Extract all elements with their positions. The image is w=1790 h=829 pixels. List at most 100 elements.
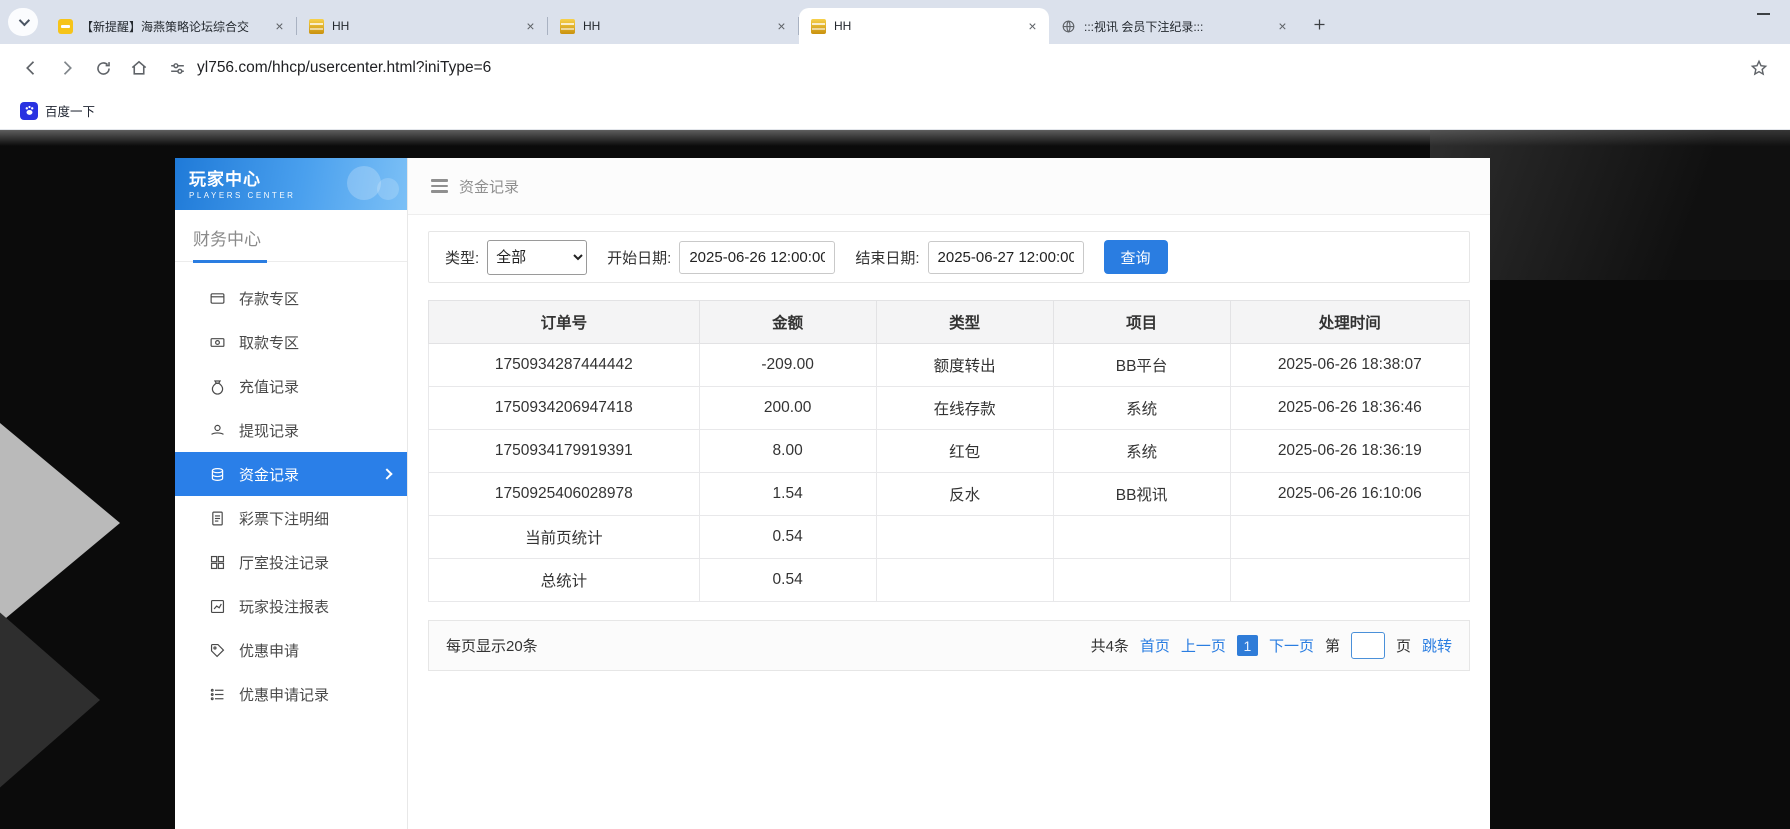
site-info-icon[interactable] <box>168 59 187 78</box>
tab-hh-active[interactable]: HH × <box>799 8 1049 44</box>
home-button[interactable] <box>122 51 156 85</box>
chevron-down-icon <box>19 15 30 26</box>
cell-time: 2025-06-26 18:36:19 <box>1230 430 1469 473</box>
coin-hand-icon <box>209 422 226 439</box>
menu-icon[interactable] <box>431 179 448 193</box>
type-select[interactable]: 全部 <box>487 240 587 275</box>
cell-amount: -209.00 <box>699 344 876 387</box>
sidebar-item-player-bet-report[interactable]: 玩家投注报表 <box>175 584 407 628</box>
back-icon <box>21 58 41 78</box>
col-type: 类型 <box>876 301 1053 344</box>
tab-title: :::视讯 会员下注纪录::: <box>1084 18 1266 35</box>
tab-title: HH <box>332 19 514 33</box>
table-row: 1750934287444442 -209.00 额度转出 BB平台 2025-… <box>429 344 1470 387</box>
star-icon <box>1749 58 1769 78</box>
gold-icon <box>309 19 324 34</box>
sidebar-item-promo-apply-records[interactable]: 优惠申请记录 <box>175 672 407 716</box>
globe-icon <box>1061 19 1076 34</box>
type-label: 类型: <box>445 247 479 268</box>
sidebar-item-fund-records[interactable]: 资金记录 <box>175 452 407 496</box>
forward-icon <box>57 58 77 78</box>
sidebar-item-withdrawal-records[interactable]: 提现记录 <box>175 408 407 452</box>
cell-type: 在线存款 <box>876 387 1053 430</box>
gold-icon <box>811 19 826 34</box>
close-icon[interactable]: × <box>773 18 790 35</box>
tab-hh-2[interactable]: HH × <box>548 8 798 44</box>
sidebar-item-promo-apply[interactable]: 优惠申请 <box>175 628 407 672</box>
bookmark-star-button[interactable] <box>1742 51 1776 85</box>
start-date-input[interactable] <box>679 241 835 274</box>
chart-icon <box>209 598 226 615</box>
tag-icon <box>209 642 226 659</box>
tab-strip: 【新提醒】海燕策略论坛综合交 × HH × HH × HH × :::视讯 会员… <box>0 0 1790 44</box>
tab-search-button[interactable] <box>8 8 38 36</box>
tab-forum[interactable]: 【新提醒】海燕策略论坛综合交 × <box>46 8 296 44</box>
sidebar-item-label: 优惠申请记录 <box>239 684 329 705</box>
sidebar-section-title: 财务中心 <box>175 210 407 262</box>
page-title: 资金记录 <box>459 176 519 197</box>
cell-amount: 200.00 <box>699 387 876 430</box>
banknote-icon <box>209 334 226 351</box>
page-header: 资金记录 <box>408 158 1490 215</box>
back-button[interactable] <box>14 51 48 85</box>
cell-amount: 1.54 <box>699 473 876 516</box>
close-icon[interactable]: × <box>271 18 288 35</box>
cell-amount: 0.54 <box>699 559 876 602</box>
cell-summary-label: 当前页统计 <box>429 516 700 559</box>
bookmark-label: 百度一下 <box>45 101 95 120</box>
table-row: 1750925406028978 1.54 反水 BB视讯 2025-06-26… <box>429 473 1470 516</box>
sidebar-item-label: 取款专区 <box>239 332 299 353</box>
prev-page-link[interactable]: 上一页 <box>1181 635 1226 656</box>
first-page-link[interactable]: 首页 <box>1140 635 1170 656</box>
sidebar-item-label: 厅室投注记录 <box>239 552 329 573</box>
per-page-label: 每页显示20条 <box>446 635 538 656</box>
deposit-icon <box>209 290 226 307</box>
page-number-input[interactable] <box>1351 632 1385 659</box>
reload-icon <box>94 59 113 78</box>
table-summary-row: 当前页统计 0.54 <box>429 516 1470 559</box>
cell-time: 2025-06-26 18:36:46 <box>1230 387 1469 430</box>
total-count: 共4条 <box>1091 635 1129 656</box>
plus-icon <box>1312 17 1327 32</box>
jump-suffix-label: 页 <box>1396 635 1411 656</box>
filter-bar: 类型: 全部 开始日期: 结束日期: 查询 <box>428 231 1470 283</box>
forward-button[interactable] <box>50 51 84 85</box>
search-button[interactable]: 查询 <box>1104 240 1168 274</box>
tab-hh-1[interactable]: HH × <box>297 8 547 44</box>
close-icon[interactable]: × <box>522 18 539 35</box>
baidu-icon <box>20 102 38 120</box>
omnibox[interactable]: yl756.com/hhcp/usercenter.html?iniType=6 <box>168 51 1776 85</box>
current-page-indicator[interactable]: 1 <box>1237 635 1258 656</box>
cell-order-id: 1750934287444442 <box>429 344 700 387</box>
new-tab-button[interactable] <box>1305 10 1333 38</box>
main-content: 资金记录 类型: 全部 开始日期: 结束日期: 查询 订单号 <box>408 158 1490 829</box>
bookmark-baidu[interactable]: 百度一下 <box>14 97 101 124</box>
reload-button[interactable] <box>86 51 120 85</box>
sidebar-item-lottery-bet-detail[interactable]: 彩票下注明细 <box>175 496 407 540</box>
tab-video-records[interactable]: :::视讯 会员下注纪录::: × <box>1049 8 1299 44</box>
sidebar-item-label: 资金记录 <box>239 464 299 485</box>
minimize-button[interactable] <box>1757 13 1770 15</box>
sidebar-item-deposit[interactable]: 存款专区 <box>175 276 407 320</box>
close-icon[interactable]: × <box>1274 18 1291 35</box>
sidebar-menu: 存款专区 取款专区 充值记录 提现记录 资金记录 <box>175 262 407 716</box>
end-date-input[interactable] <box>928 241 1084 274</box>
table-row: 1750934206947418 200.00 在线存款 系统 2025-06-… <box>429 387 1470 430</box>
sidebar-item-recharge-records[interactable]: 充值记录 <box>175 364 407 408</box>
cell-type: 额度转出 <box>876 344 1053 387</box>
end-date-label: 结束日期: <box>855 247 919 268</box>
next-page-link[interactable]: 下一页 <box>1269 635 1314 656</box>
cell-project: BB平台 <box>1053 344 1230 387</box>
close-icon[interactable]: × <box>1024 18 1041 35</box>
sidebar-item-hall-bet-records[interactable]: 厅室投注记录 <box>175 540 407 584</box>
sidebar-item-label: 提现记录 <box>239 420 299 441</box>
cell-summary-label: 总统计 <box>429 559 700 602</box>
url-text[interactable]: yl756.com/hhcp/usercenter.html?iniType=6 <box>197 59 491 77</box>
sidebar-item-withdraw[interactable]: 取款专区 <box>175 320 407 364</box>
col-order-id: 订单号 <box>429 301 700 344</box>
tab-title: HH <box>583 19 765 33</box>
money-bag-icon <box>209 378 226 395</box>
jump-link[interactable]: 跳转 <box>1422 635 1452 656</box>
list-icon <box>209 686 226 703</box>
home-icon <box>129 58 149 78</box>
